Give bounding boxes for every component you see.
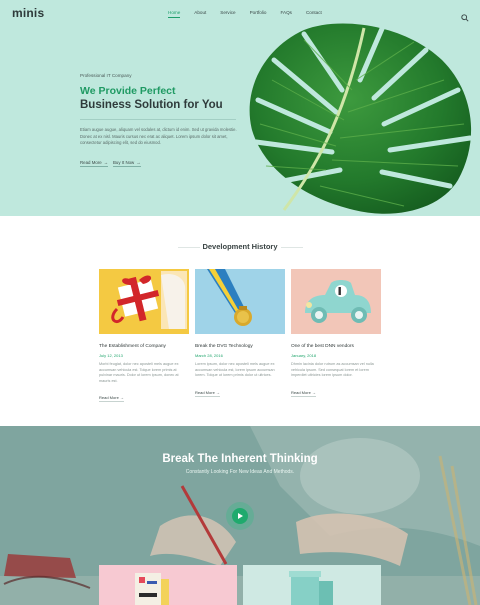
arrow-right-icon: →: [119, 395, 124, 401]
hero-headline-dark: Business Solution for You: [80, 99, 223, 111]
nav-about[interactable]: About: [194, 10, 206, 18]
card-read-more-label: Read More: [291, 389, 311, 395]
portfolio-card-mint[interactable]: [243, 565, 381, 605]
card-date: July 12, 2013: [99, 353, 123, 358]
history-card: Break the DVG Technology March 28, 2016 …: [195, 269, 285, 399]
nav-service[interactable]: Service: [220, 10, 235, 18]
toy-car-image: [291, 269, 381, 334]
card-read-more-label: Read More: [195, 389, 215, 395]
nav-contact[interactable]: Contact: [306, 10, 322, 18]
card-text: Morbi feugiat, dolor nec aposteli mels a…: [99, 362, 179, 383]
site-logo[interactable]: minis: [12, 6, 44, 20]
hero-read-more-link[interactable]: Read More →: [80, 160, 109, 167]
hero-headline-green: We Provide Perfect: [80, 85, 176, 97]
history-title-bold: History: [251, 242, 278, 251]
card-read-more-label: Read More: [99, 395, 119, 401]
nav-home[interactable]: Home: [168, 10, 181, 18]
card-title: The Establishment of Company: [99, 344, 166, 349]
portfolio-card-pink[interactable]: [99, 565, 237, 605]
nav-faqs[interactable]: FAQs: [280, 10, 292, 18]
main-nav: Home About Service Portfolio FAQs Contac…: [168, 10, 336, 18]
arrow-right-icon: →: [215, 389, 220, 395]
hero-eyebrow: Professional IT Company: [80, 73, 132, 78]
break-section: Break The Inherent Thinking Constantly L…: [0, 426, 480, 605]
hero-read-more-label: Read More: [80, 160, 102, 165]
arrow-right-icon: →: [103, 160, 109, 165]
hero-section: minis Home About Service Portfolio FAQs …: [0, 0, 480, 216]
hero-buy-link[interactable]: Buy It Now →: [113, 160, 141, 167]
card-read-more-link[interactable]: Read More →: [195, 390, 220, 397]
history-card: The Establishment of Company July 12, 20…: [99, 269, 189, 404]
package-image: [289, 571, 333, 605]
card-read-more-link[interactable]: Read More →: [291, 390, 316, 397]
history-title: Development History: [0, 242, 480, 251]
gift-box-image: [99, 269, 189, 334]
arrow-right-icon: →: [136, 160, 141, 165]
play-video-button[interactable]: [226, 502, 254, 530]
medal-image: [195, 269, 285, 334]
card-date: March 28, 2016: [195, 353, 223, 358]
break-title: Break The Inherent Thinking: [162, 453, 318, 465]
card-text: Lorem ipsum, dolor nec aposteli mels aug…: [195, 362, 275, 378]
history-section: Development History The Establishment of…: [0, 216, 480, 426]
play-icon: [232, 508, 248, 524]
history-title-plain: Development: [202, 242, 250, 251]
nav-portfolio[interactable]: Portfolio: [250, 10, 267, 18]
card-date: January, 2018: [291, 353, 317, 358]
monstera-leaf-image: [249, 21, 473, 214]
search-icon[interactable]: [461, 9, 469, 22]
card-title: One of the best DNN vendors: [291, 344, 354, 349]
card-read-more-link[interactable]: Read More →: [99, 395, 124, 403]
hero-divider: [80, 119, 236, 120]
break-subtitle: Constantly Looking For New Ideas And Met…: [185, 469, 295, 475]
book-image: [135, 573, 169, 605]
card-title: Break the DVG Technology: [195, 344, 253, 349]
card-text: Dhmin lacinia dolor rutrum as accumsan v…: [291, 362, 374, 378]
hero-buy-label: Buy It Now: [113, 160, 135, 165]
hero-description: Etiam augue augue, aliquam vel sodales a…: [80, 127, 237, 146]
arrow-right-icon: →: [311, 389, 316, 395]
history-card: One of the best DNN vendors January, 201…: [291, 269, 381, 399]
